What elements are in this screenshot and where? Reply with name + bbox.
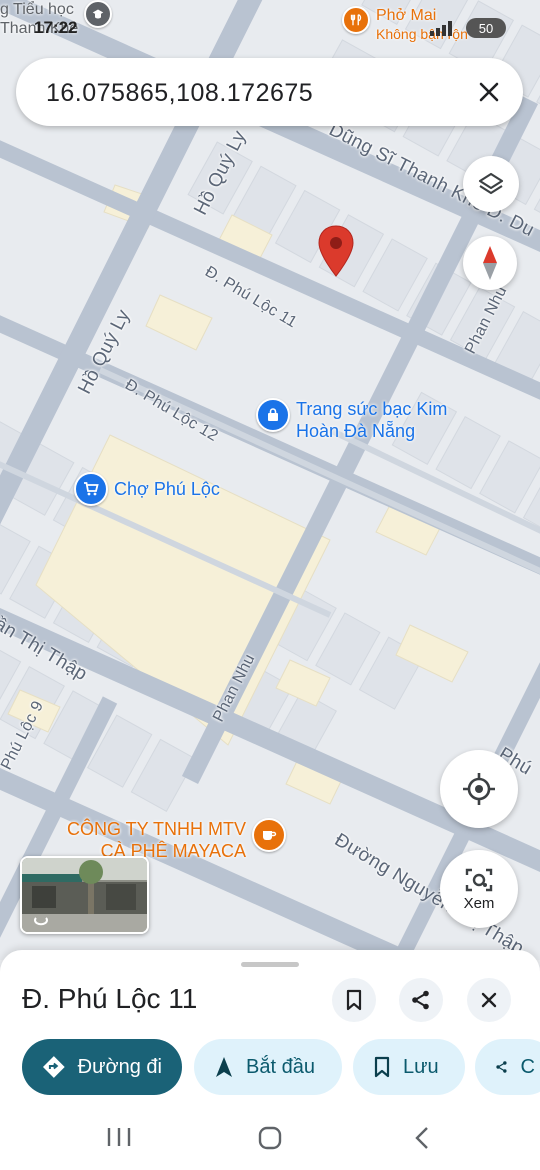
search-bar[interactable] <box>16 58 523 126</box>
share-chip-label: C <box>520 1055 535 1078</box>
bookmark-icon <box>374 1056 390 1078</box>
share-chip-button[interactable]: C <box>475 1039 540 1095</box>
compass-icon <box>483 246 497 280</box>
save-button[interactable]: Lưu <box>353 1039 465 1095</box>
status-bar: 17:22 50 <box>0 0 540 44</box>
navigation-arrow-icon <box>216 1057 232 1077</box>
close-icon <box>481 992 497 1008</box>
system-navigation-bar <box>0 1105 540 1170</box>
close-sheet-button[interactable] <box>467 978 511 1022</box>
layers-button[interactable] <box>463 156 519 212</box>
location-pin-icon <box>318 225 354 277</box>
street-view-thumbnail[interactable] <box>20 856 149 934</box>
lens-xem-button[interactable]: Xem <box>440 850 518 928</box>
poi-name-line: Hoàn Đà Nẵng <box>296 421 416 441</box>
compass-button[interactable] <box>463 236 517 290</box>
xem-label: Xem <box>463 894 495 912</box>
directions-button[interactable]: Đường đi <box>22 1039 182 1095</box>
home-icon <box>258 1126 282 1150</box>
close-icon <box>479 82 499 102</box>
recent-apps-button[interactable] <box>106 1125 132 1149</box>
dropped-pin-marker[interactable] <box>316 224 356 278</box>
bookmark-icon <box>346 989 362 1011</box>
poi-trang-suc[interactable]: Trang sức bạc Kim Hoàn Đà Nẵng <box>256 398 447 442</box>
share-button[interactable] <box>399 978 443 1022</box>
layers-icon <box>478 172 504 195</box>
share-icon <box>412 990 429 1010</box>
place-title: Đ. Phú Lộc 11 <box>22 983 198 1014</box>
directions-label: Đường đi <box>77 1055 162 1078</box>
home-button[interactable] <box>257 1125 283 1151</box>
poi-cho-phu-loc[interactable]: Chợ Phú Lộc <box>74 472 220 506</box>
recent-apps-icon <box>107 1128 131 1146</box>
sheet-drag-handle[interactable] <box>241 962 299 967</box>
poi-name-line: CÔNG TY TNHH MTV <box>67 819 247 839</box>
clear-search-button[interactable] <box>471 74 507 110</box>
start-button[interactable]: Bắt đầu <box>194 1039 342 1095</box>
camera-lens-icon <box>465 868 493 891</box>
search-input[interactable] <box>44 74 468 112</box>
action-chips: Đường đi Bắt đầu Lưu C <box>22 1039 540 1096</box>
crosshair-icon <box>463 773 495 805</box>
coffee-cup-icon <box>252 818 287 852</box>
signal-icon <box>430 20 456 36</box>
save-label: Lưu <box>403 1055 439 1078</box>
my-location-button[interactable] <box>440 750 518 828</box>
share-icon <box>496 1061 507 1073</box>
shopping-cart-icon <box>74 472 108 506</box>
shopping-bag-icon <box>256 398 290 432</box>
start-label: Bắt đầu <box>246 1055 315 1078</box>
bookmark-button[interactable] <box>332 978 376 1022</box>
poi-name-line: Chợ Phú Lộc <box>114 479 220 499</box>
back-button[interactable] <box>410 1125 436 1151</box>
status-time: 17:22 <box>34 18 78 37</box>
directions-icon <box>42 1056 65 1078</box>
battery-indicator: 50 <box>466 18 506 38</box>
rotate-360-icon <box>30 908 60 928</box>
poi-name-line: Trang sức bạc Kim <box>296 399 448 419</box>
back-icon <box>415 1127 428 1149</box>
